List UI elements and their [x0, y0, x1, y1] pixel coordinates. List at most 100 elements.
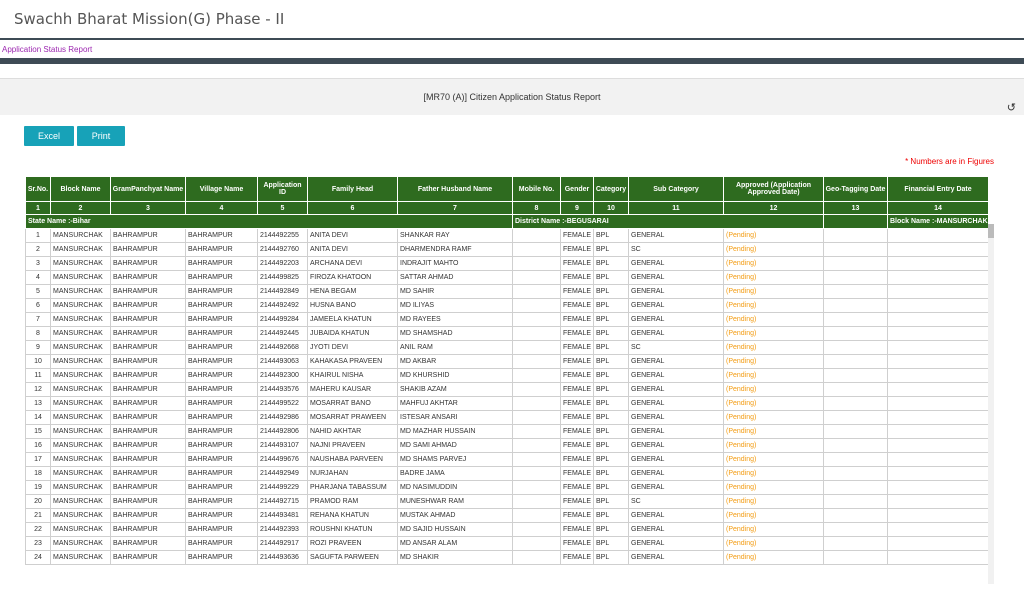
table-cell: JAMEELA KHATUN — [307, 312, 398, 327]
table-cell: 2144493481 — [257, 508, 308, 523]
refresh-icon[interactable]: ↺ — [1007, 101, 1016, 114]
table-cell: 2144492445 — [257, 326, 308, 341]
table-cell: BPL — [593, 340, 629, 355]
table-cell: MANSURCHAK — [50, 466, 111, 481]
table-cell: REHANA KHATUN — [307, 508, 398, 523]
table-cell[interactable]: (Pending) — [723, 228, 824, 243]
table-cell[interactable]: (Pending) — [723, 340, 824, 355]
table-cell — [887, 466, 988, 481]
table-cell[interactable]: (Pending) — [723, 312, 824, 327]
table-cell[interactable]: (Pending) — [723, 438, 824, 453]
table-cell[interactable]: (Pending) — [723, 410, 824, 425]
breadcrumb-link[interactable]: Application Status Report — [2, 45, 92, 54]
table-cell[interactable]: (Pending) — [723, 256, 824, 271]
column-number: 8 — [512, 201, 561, 215]
table-row: 11 MANSURCHAK BAHRAMPUR BAHRAMPUR 2144492300… — [25, 368, 988, 383]
table-cell: 12 — [25, 382, 51, 397]
column-number: 9 — [560, 201, 594, 215]
breadcrumb: Application Status Report — [0, 40, 1024, 58]
table-cell: MANSURCHAK — [50, 382, 111, 397]
table-cell: JYOTI DEVI — [307, 340, 398, 355]
table-cell: FEMALE — [560, 522, 594, 537]
table-cell[interactable]: (Pending) — [723, 396, 824, 411]
table-cell — [512, 410, 561, 425]
table-cell[interactable]: (Pending) — [723, 382, 824, 397]
table-cell: FEMALE — [560, 438, 594, 453]
table-cell: BAHRAMPUR — [110, 550, 186, 565]
table-cell: BPL — [593, 354, 629, 369]
table-cell — [887, 326, 988, 341]
table-cell: GENERAL — [628, 298, 724, 313]
table-cell: MANSURCHAK — [50, 284, 111, 299]
table-cell: 2144499229 — [257, 480, 308, 495]
column-header: Sr.No. — [25, 176, 51, 202]
table-cell[interactable]: (Pending) — [723, 368, 824, 383]
table-cell: BAHRAMPUR — [185, 270, 258, 285]
table-cell: GENERAL — [628, 438, 724, 453]
table-cell[interactable]: (Pending) — [723, 508, 824, 523]
table-cell: 18 — [25, 466, 51, 481]
table-cell[interactable]: (Pending) — [723, 480, 824, 495]
excel-button[interactable]: Excel — [24, 126, 74, 146]
table-cell — [512, 354, 561, 369]
table-cell: 1 — [25, 228, 51, 243]
table-cell: 7 — [25, 312, 51, 327]
table-cell[interactable]: (Pending) — [723, 284, 824, 299]
column-header: Financial Entry Date — [887, 176, 988, 202]
table-cell — [887, 284, 988, 299]
table-cell — [887, 382, 988, 397]
scrollbar-thumb[interactable] — [988, 224, 994, 238]
table-cell[interactable]: (Pending) — [723, 270, 824, 285]
table-cell — [887, 298, 988, 313]
table-cell: MANSURCHAK — [50, 494, 111, 509]
table-cell[interactable]: (Pending) — [723, 550, 824, 565]
table-cell: GENERAL — [628, 452, 724, 467]
table-row: 10 MANSURCHAK BAHRAMPUR BAHRAMPUR 2144493063… — [25, 354, 988, 369]
table-cell — [512, 396, 561, 411]
table-scrollbar[interactable] — [988, 224, 994, 584]
table-cell: 2144493107 — [257, 438, 308, 453]
table-cell: BAHRAMPUR — [185, 424, 258, 439]
table-cell: 2144499676 — [257, 452, 308, 467]
table-cell: MANSURCHAK — [50, 550, 111, 565]
app-title: Swachh Bharat Mission(G) Phase - II — [14, 10, 285, 28]
table-cell[interactable]: (Pending) — [723, 494, 824, 509]
table-cell[interactable]: (Pending) — [723, 522, 824, 537]
table-cell: SHAKIB AZAM — [397, 382, 513, 397]
table-cell: BAHRAMPUR — [110, 284, 186, 299]
table-cell[interactable]: (Pending) — [723, 326, 824, 341]
print-button[interactable]: Print — [77, 126, 125, 146]
table-cell — [823, 326, 888, 341]
table-cell[interactable]: (Pending) — [723, 298, 824, 313]
table-cell: FEMALE — [560, 354, 594, 369]
table-cell — [823, 382, 888, 397]
table-cell[interactable]: (Pending) — [723, 242, 824, 257]
table-cell: PRAMOD RAM — [307, 494, 398, 509]
table-row: 7 MANSURCHAK BAHRAMPUR BAHRAMPUR 2144499284 J… — [25, 312, 988, 327]
table-cell — [887, 340, 988, 355]
table-cell — [887, 480, 988, 495]
table-cell[interactable]: (Pending) — [723, 354, 824, 369]
table-cell: MD KHURSHID — [397, 368, 513, 383]
table-cell: BPL — [593, 452, 629, 467]
table-cell: 2144492917 — [257, 536, 308, 551]
table-row: 9 MANSURCHAK BAHRAMPUR BAHRAMPUR 2144492668 J… — [25, 340, 988, 355]
table-cell — [512, 382, 561, 397]
table-cell[interactable]: (Pending) — [723, 536, 824, 551]
table-cell[interactable]: (Pending) — [723, 452, 824, 467]
column-number: 3 — [110, 201, 186, 215]
table-cell[interactable]: (Pending) — [723, 466, 824, 481]
table-cell: KHAIRUL NISHA — [307, 368, 398, 383]
table-row: 5 MANSURCHAK BAHRAMPUR BAHRAMPUR 2144492849 H… — [25, 284, 988, 299]
table-cell: BAHRAMPUR — [185, 298, 258, 313]
table-cell: MANSURCHAK — [50, 368, 111, 383]
export-toolbar: Excel Print — [24, 126, 125, 146]
table-cell — [823, 438, 888, 453]
table-cell: 2144492300 — [257, 368, 308, 383]
column-header: Application ID — [257, 176, 308, 202]
table-cell: BPL — [593, 298, 629, 313]
table-cell[interactable]: (Pending) — [723, 424, 824, 439]
table-cell: 15 — [25, 424, 51, 439]
report-table: Sr.No. Block Name GramPanchyat Name Village… — [25, 176, 988, 565]
table-cell: BAHRAMPUR — [110, 354, 186, 369]
